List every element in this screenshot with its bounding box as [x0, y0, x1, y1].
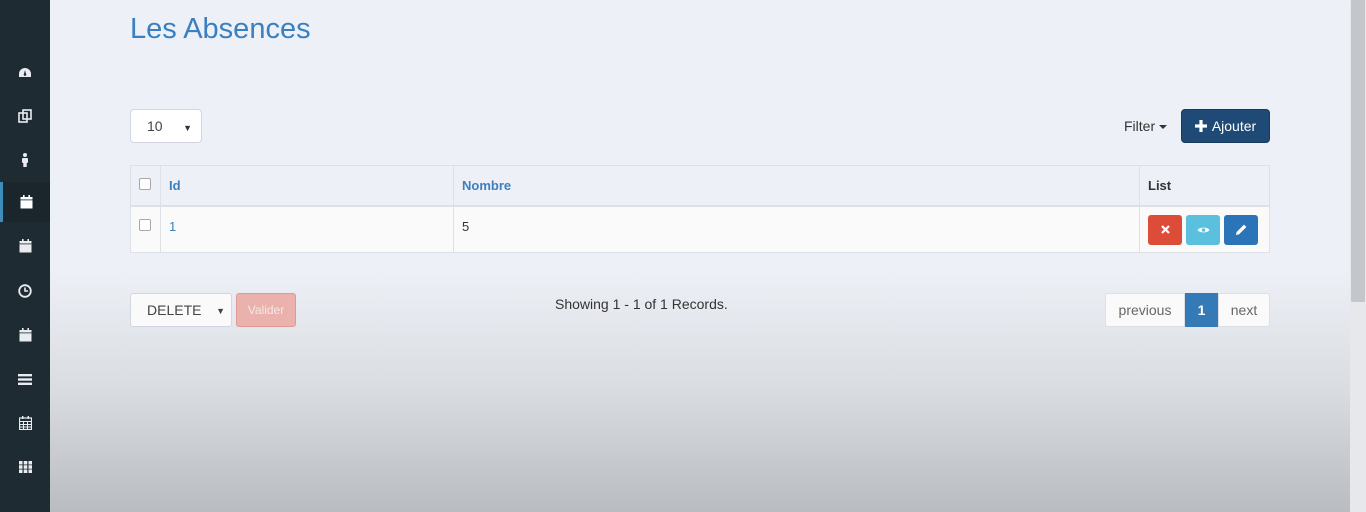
- sidebar-item-person[interactable]: [0, 140, 50, 180]
- sidebar-item-clock[interactable]: [0, 271, 50, 311]
- validate-button[interactable]: Valider: [236, 293, 296, 327]
- sidebar-item-dashboard[interactable]: [0, 53, 50, 93]
- filter-dropdown[interactable]: Filter: [1124, 118, 1168, 134]
- column-header-id[interactable]: Id: [160, 165, 454, 207]
- scrollbar-thumb[interactable]: [1351, 0, 1365, 302]
- edit-row-button[interactable]: [1224, 214, 1258, 245]
- column-list-label: List: [1148, 177, 1172, 193]
- view-row-button[interactable]: [1186, 214, 1220, 245]
- page-title: Les Absences: [130, 13, 311, 45]
- pagination: previous 1 next: [1105, 293, 1270, 327]
- sidebar-item-calendar-2[interactable]: [0, 226, 50, 266]
- sidebar-item-calendar-3[interactable]: [0, 315, 50, 355]
- records-summary: Showing 1 - 1 of 1 Records.: [555, 296, 728, 312]
- calendar-icon: [19, 239, 31, 253]
- pagination-next[interactable]: next: [1218, 293, 1270, 327]
- page-size-value: 10: [147, 118, 163, 134]
- column-header-list: List: [1139, 165, 1270, 207]
- select-caret-icon: ▼: [216, 306, 225, 316]
- add-button-label: Ajouter: [1211, 118, 1257, 134]
- column-nombre-label[interactable]: Nombre: [462, 178, 511, 193]
- calendar-icon: [20, 195, 33, 209]
- sidebar-item-copy[interactable]: [0, 96, 50, 136]
- column-id-label[interactable]: Id: [169, 178, 181, 193]
- cell-id: 1: [160, 205, 454, 253]
- close-icon: [1160, 225, 1170, 234]
- sidebar: [0, 0, 50, 512]
- dashboard-icon: [19, 68, 31, 77]
- table-row: 1 5: [130, 205, 1270, 253]
- calendar-grid-icon: [18, 416, 32, 430]
- row-select-cell: [130, 205, 161, 253]
- sidebar-item-calendar-grid[interactable]: [0, 403, 50, 443]
- bulk-action-value: DELETE: [147, 302, 202, 318]
- pagination-page-1[interactable]: 1: [1185, 293, 1218, 327]
- add-button[interactable]: Ajouter: [1181, 109, 1270, 143]
- plus-icon: [1194, 120, 1207, 132]
- cell-actions: [1139, 205, 1270, 253]
- sidebar-item-absences[interactable]: [0, 182, 50, 222]
- filter-label: Filter: [1124, 118, 1156, 134]
- table-header-row: Id Nombre List: [130, 165, 1270, 207]
- person-icon: [22, 153, 28, 167]
- eye-icon: [1197, 227, 1209, 232]
- scrollbar-track[interactable]: [1350, 0, 1366, 512]
- grid-icon: [18, 461, 32, 473]
- column-header-nombre[interactable]: Nombre: [453, 165, 1140, 207]
- pagination-previous[interactable]: previous: [1105, 293, 1185, 327]
- list-icon: [18, 373, 32, 385]
- absences-table: Id Nombre List 1 5: [130, 165, 1270, 253]
- clock-icon: [18, 284, 32, 298]
- cell-nombre: 5: [453, 205, 1140, 253]
- select-all-checkbox[interactable]: [139, 177, 151, 190]
- page-size-select[interactable]: 10 ▼: [130, 109, 202, 143]
- pencil-icon: [1235, 224, 1246, 235]
- copy-icon: [18, 109, 32, 123]
- bulk-action-select[interactable]: DELETE ▼: [130, 293, 232, 327]
- sidebar-item-grid[interactable]: [0, 447, 50, 487]
- sidebar-item-list[interactable]: [0, 359, 50, 399]
- row-id-link[interactable]: 1: [169, 219, 176, 234]
- delete-row-button[interactable]: [1148, 214, 1182, 245]
- calendar-icon: [19, 328, 31, 342]
- row-checkbox[interactable]: [139, 218, 151, 231]
- select-caret-icon: ▼: [183, 123, 192, 133]
- caret-down-icon: [1159, 125, 1168, 129]
- header-select-all: [130, 165, 161, 207]
